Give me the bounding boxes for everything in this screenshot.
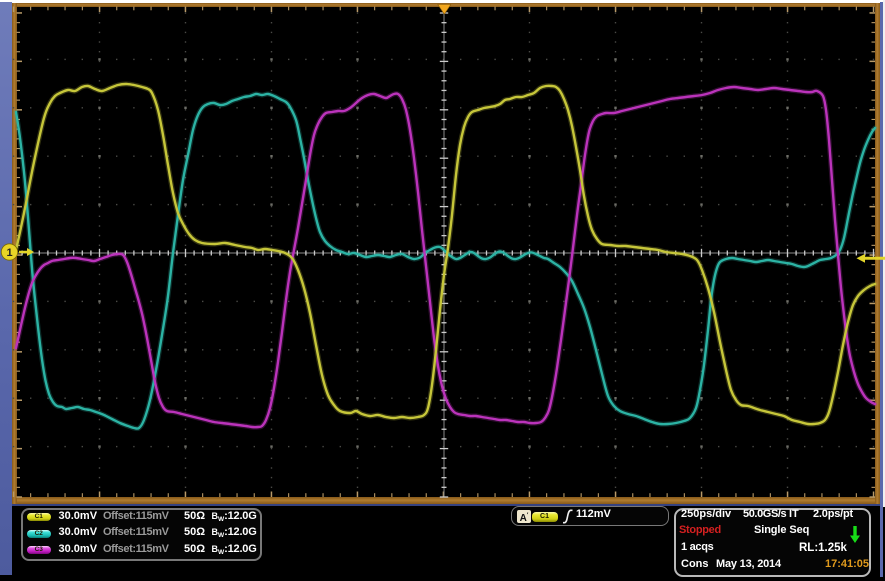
svg-text:1: 1 <box>6 247 12 259</box>
